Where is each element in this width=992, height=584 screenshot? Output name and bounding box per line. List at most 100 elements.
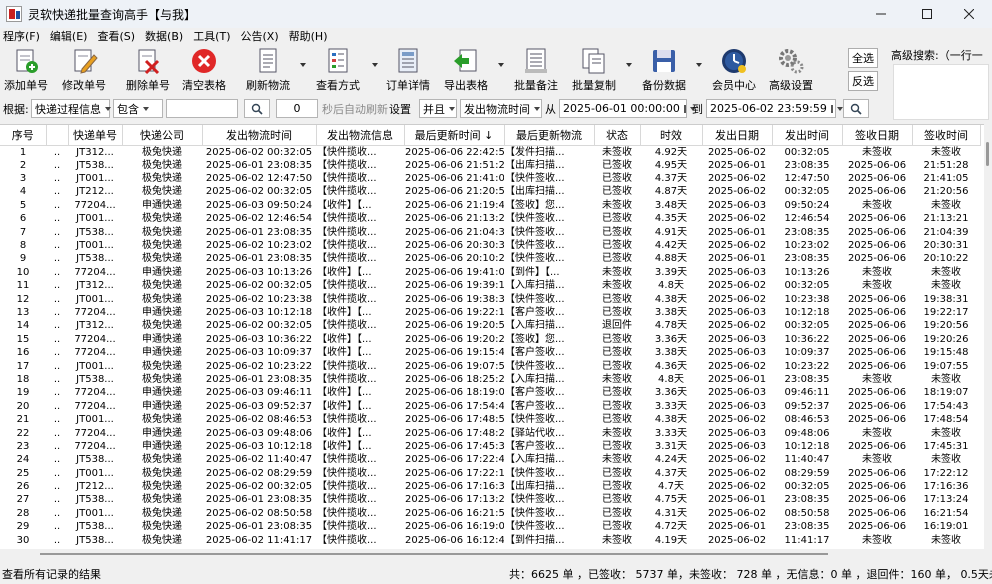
settings-button[interactable]: 设置 [389,99,411,118]
column-header[interactable]: 快递单号 [68,125,123,146]
column-header[interactable]: 最后更新物流 [504,125,595,146]
table-row[interactable]: 17.. JT001... 极兔快递 2025-06-02 10:23:22 【快件揽收… [0,359,980,372]
table-row[interactable]: 25.. JT001... 极兔快递 2025-06-02 08:29:59 【快件揽收… [0,466,980,479]
refresh-seconds-input[interactable]: 0 [276,99,318,118]
delete-order-button[interactable]: 删除单号 [126,45,170,95]
table-row[interactable]: 3.. JT001... 极兔快递 2025-06-02 12:47:50 【快件揽收.… [0,172,980,185]
invert-selection-button[interactable]: 反选 [848,71,878,91]
table-row[interactable]: 19.. 77204... 申通快递 2025-06-03 09:46:11 【收件】【… [0,386,980,399]
column-header[interactable]: 签收日期 [842,125,913,146]
refresh-logistics-button[interactable]: 刷新物流 [246,45,290,95]
table-cell: 2025-06-06 17:16:36 [405,481,504,493]
export-dropdown-icon[interactable] [498,63,504,67]
table-row[interactable]: 29.. JT538... 极兔快递 2025-06-01 23:08:35 【快件揽收… [0,520,980,533]
table-row[interactable]: 2.. JT538... 极兔快递 2025-06-01 23:08:35 【快件揽收.… [0,159,980,172]
horizontal-scroll-thumb[interactable] [40,553,828,555]
filter-keyword-input[interactable] [166,99,238,118]
table-cell: 2025-06-06 20:30:31 [405,240,504,252]
view-dropdown-icon[interactable] [372,63,378,67]
table-row[interactable]: 13.. 77204... 申通快递 2025-06-03 10:12:18 【收件】【… [0,306,980,319]
copy-dropdown-icon[interactable] [626,63,632,67]
table-row[interactable]: 14.. JT312... 极兔快递 2025-06-02 00:32:05 【快件揽收… [0,319,980,332]
minimize-button[interactable] [858,0,904,28]
end-date-picker[interactable]: 2025-06-02 23:59:59 [706,99,843,118]
logic-select[interactable]: 并且 [419,99,457,118]
advanced-search-input[interactable] [893,64,989,120]
table-cell: 已签收 [602,333,632,345]
maximize-button[interactable] [904,0,950,28]
table-row[interactable]: 21.. JT001... 极兔快递 2025-06-02 08:46:53 【快件揽收… [0,413,980,426]
table-row[interactable]: 11.. JT312... 极兔快递 2025-06-02 00:32:05 【快件揽收… [0,279,980,292]
table-row[interactable]: 12.. JT001... 极兔快递 2025-06-02 10:23:38 【快件揽收… [0,292,980,305]
table-row[interactable]: 8.. JT001... 极兔快递 2025-06-02 10:23:02 【快件揽收.… [0,239,980,252]
table-row[interactable]: 20.. 77204... 申通快递 2025-06-03 09:52:37 【收件】【… [0,400,980,413]
table-cell: 2025-06-01 [707,521,767,533]
date-search-button[interactable] [843,99,869,118]
table-cell: 【快件揽收... [317,213,377,225]
table-row[interactable]: 30.. JT538... 极兔快递 2025-06-02 11:41:17 【快件揽收… [0,533,980,546]
view-mode-button[interactable]: 查看方式 [316,45,360,95]
backup-data-button[interactable]: 备份数据 [642,45,686,95]
menu-notice[interactable]: 公告(X) [241,28,279,44]
close-window-button[interactable] [946,0,992,28]
clear-table-button[interactable]: 清空表格 [182,45,226,95]
filter-field-select[interactable]: 快递过程信息 [31,99,111,118]
search-button[interactable] [244,99,270,118]
vertical-scrollbar[interactable] [984,124,992,549]
column-header[interactable]: 状态 [594,125,641,146]
column-header[interactable]: 发出物流信息 [316,125,405,146]
backup-dropdown-icon[interactable] [696,63,702,67]
column-header[interactable]: 发出物流时间 [202,125,317,146]
column-header[interactable]: 快递公司 [122,125,203,146]
start-date-picker[interactable]: 2025-06-01 00:00:00 [559,99,696,118]
horizontal-scrollbar[interactable] [0,549,984,559]
table-row[interactable]: 24.. JT538... 极兔快递 2025-06-02 11:40:47 【快件揽收… [0,453,980,466]
table-row[interactable]: 10.. 77204... 申通快递 2025-06-03 10:13:26 【收件】【… [0,266,980,279]
table-cell: 【入库扫描... [505,320,565,332]
menu-help[interactable]: 帮助(H) [289,28,328,44]
refresh-dropdown-icon[interactable] [300,63,306,67]
member-center-button[interactable]: 会员中心 [712,45,756,95]
filter-op-select[interactable]: 包含 [113,99,163,118]
column-header[interactable]: 时效 [640,125,703,146]
table-row[interactable]: 6.. JT001... 极兔快递 2025-06-02 12:46:54 【快件揽收.… [0,212,980,225]
batch-copy-button[interactable]: 批量复制 [572,45,616,95]
table-row[interactable]: 1.. JT312... 极兔快递 2025-06-02 00:32:05 【快件揽收.… [0,145,980,159]
table-row[interactable]: 28.. JT001... 极兔快递 2025-06-02 08:50:58 【快件揽收… [0,507,980,520]
table-row[interactable]: 5.. 77204... 申通快递 2025-06-03 09:50:24 【收件】【.… [0,199,980,212]
table-row[interactable]: 22.. 77204... 申通快递 2025-06-03 09:48:06 【收件】【… [0,426,980,439]
table-row[interactable]: 26.. JT212... 极兔快递 2025-06-02 00:32:05 【快件揽收… [0,480,980,493]
menu-edit[interactable]: 编辑(E) [50,28,88,44]
table-row[interactable]: 27.. JT538... 极兔快递 2025-06-01 23:08:35 【快件揽收… [0,493,980,506]
table-cell: 2025-06-02 12:47:50 [205,173,313,185]
table-row[interactable]: 18.. JT538... 极兔快递 2025-06-01 23:08:35 【快件揽收… [0,373,980,386]
menu-data[interactable]: 数据(B) [145,28,183,44]
column-header[interactable]: 发出日期 [702,125,773,146]
batch-note-button[interactable]: 批量备注 [514,45,558,95]
table-cell: 17:16:36 [923,481,969,493]
table-row[interactable]: 16.. 77204... 申通快递 2025-06-03 10:09:37 【收件】【… [0,346,980,359]
table-row[interactable]: 7.. JT538... 极兔快递 2025-06-01 23:08:35 【快件揽收.… [0,225,980,238]
advanced-settings-button[interactable]: 高级设置 [766,45,816,95]
add-order-button[interactable]: 添加单号 [4,45,48,95]
order-detail-button[interactable]: 订单详情 [386,45,430,95]
export-table-button[interactable]: 导出表格 [444,45,488,95]
table-row[interactable]: 15.. 77204... 申通快递 2025-06-03 10:36:22 【收件】【… [0,333,980,346]
table-row[interactable]: 9.. JT538... 极兔快递 2025-06-01 23:08:35 【快件揽收.… [0,252,980,265]
column-header[interactable]: 序号 [0,125,47,146]
table-row[interactable]: 4.. JT212... 极兔快递 2025-06-02 00:32:05 【快件揽收.… [0,185,980,198]
menu-view[interactable]: 查看(S) [97,28,135,44]
column-header[interactable]: 签收时间 [912,125,981,146]
table-cell: 已签收 [602,213,632,225]
vertical-scroll-thumb[interactable] [986,142,989,166]
date-field-select[interactable]: 发出物流时间 [460,99,542,118]
table-cell: 21:13:21 [923,213,969,225]
menu-tools[interactable]: 工具(T) [193,28,230,44]
edit-order-button[interactable]: 修改单号 [62,45,106,95]
table-row[interactable]: 23.. 77204... 申通快递 2025-06-03 10:12:18 【收件】【… [0,440,980,453]
column-header[interactable] [46,125,69,146]
menu-program[interactable]: 程序(F) [3,28,40,44]
column-header[interactable]: 最后更新时间 ↓ [404,125,505,146]
column-header[interactable]: 发出时间 [772,125,843,146]
select-all-button[interactable]: 全选 [848,48,878,68]
